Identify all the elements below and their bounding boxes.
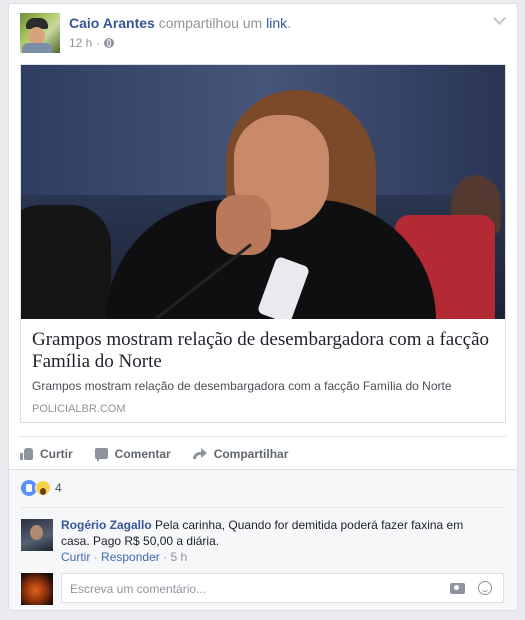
- link-description: Grampos mostram relação de desembargador…: [32, 379, 452, 393]
- post-actions: Curtir Comentar Compartilhar: [20, 436, 506, 470]
- current-user-avatar: [21, 573, 53, 605]
- comment-item: Rogério Zagallo Pela carinha, Quando for…: [21, 517, 505, 565]
- like-button[interactable]: Curtir: [20, 447, 73, 461]
- comment-time[interactable]: 5 h: [170, 550, 187, 564]
- comment-actions: Curtir · Responder · 5 h: [61, 550, 188, 564]
- comment-body: Rogério Zagallo Pela carinha, Quando for…: [61, 517, 481, 549]
- comment-reply-link[interactable]: Responder: [101, 550, 160, 564]
- share-button[interactable]: Compartilhar: [192, 446, 289, 461]
- comment-button[interactable]: Comentar: [94, 446, 171, 462]
- like-label: Curtir: [40, 446, 73, 461]
- author-name[interactable]: Caio Arantes: [69, 15, 155, 31]
- post-time[interactable]: 12 h: [69, 36, 92, 50]
- thumbs-up-icon: [20, 447, 33, 460]
- emoji-icon[interactable]: [478, 581, 492, 595]
- link-image[interactable]: [21, 65, 505, 319]
- post-card: Caio Arantes compartilhou um link. 12 h …: [8, 3, 518, 611]
- share-label: Compartilhar: [213, 446, 289, 461]
- comment-icon: [94, 448, 108, 462]
- wow-reaction-icon: [35, 480, 51, 496]
- link-word[interactable]: link: [266, 15, 287, 31]
- comment-input-box[interactable]: [61, 573, 504, 603]
- commenter-avatar[interactable]: [21, 519, 53, 551]
- commenter-name[interactable]: Rogério Zagallo: [61, 518, 152, 532]
- share-icon: [192, 448, 207, 459]
- chevron-down-icon[interactable]: [493, 13, 507, 27]
- author-avatar[interactable]: [20, 13, 60, 53]
- camera-icon[interactable]: [450, 583, 465, 594]
- link-title[interactable]: Grampos mostram relação de desembargador…: [32, 329, 492, 373]
- reply-row: [21, 573, 505, 605]
- link-domain: POLICIALBR.COM: [32, 403, 126, 415]
- globe-icon[interactable]: [104, 38, 115, 48]
- comments-section: 4 Rogério Zagallo Pela carinha, Quando f…: [9, 469, 517, 610]
- reactions-summary[interactable]: 4: [21, 480, 62, 496]
- comment-like-link[interactable]: Curtir: [61, 550, 90, 564]
- post-meta: 12 h ·: [69, 36, 115, 50]
- link-attachment[interactable]: Grampos mostram relação de desembargador…: [20, 64, 506, 423]
- post-header: Caio Arantes compartilhou um link. 12 h …: [20, 13, 507, 57]
- share-verb: compartilhou um: [158, 15, 263, 31]
- divider: [21, 507, 505, 508]
- reaction-count: 4: [55, 481, 62, 495]
- comment-input[interactable]: [68, 580, 442, 598]
- comment-label: Comentar: [114, 446, 171, 461]
- post-headline: Caio Arantes compartilhou um link.: [69, 15, 292, 31]
